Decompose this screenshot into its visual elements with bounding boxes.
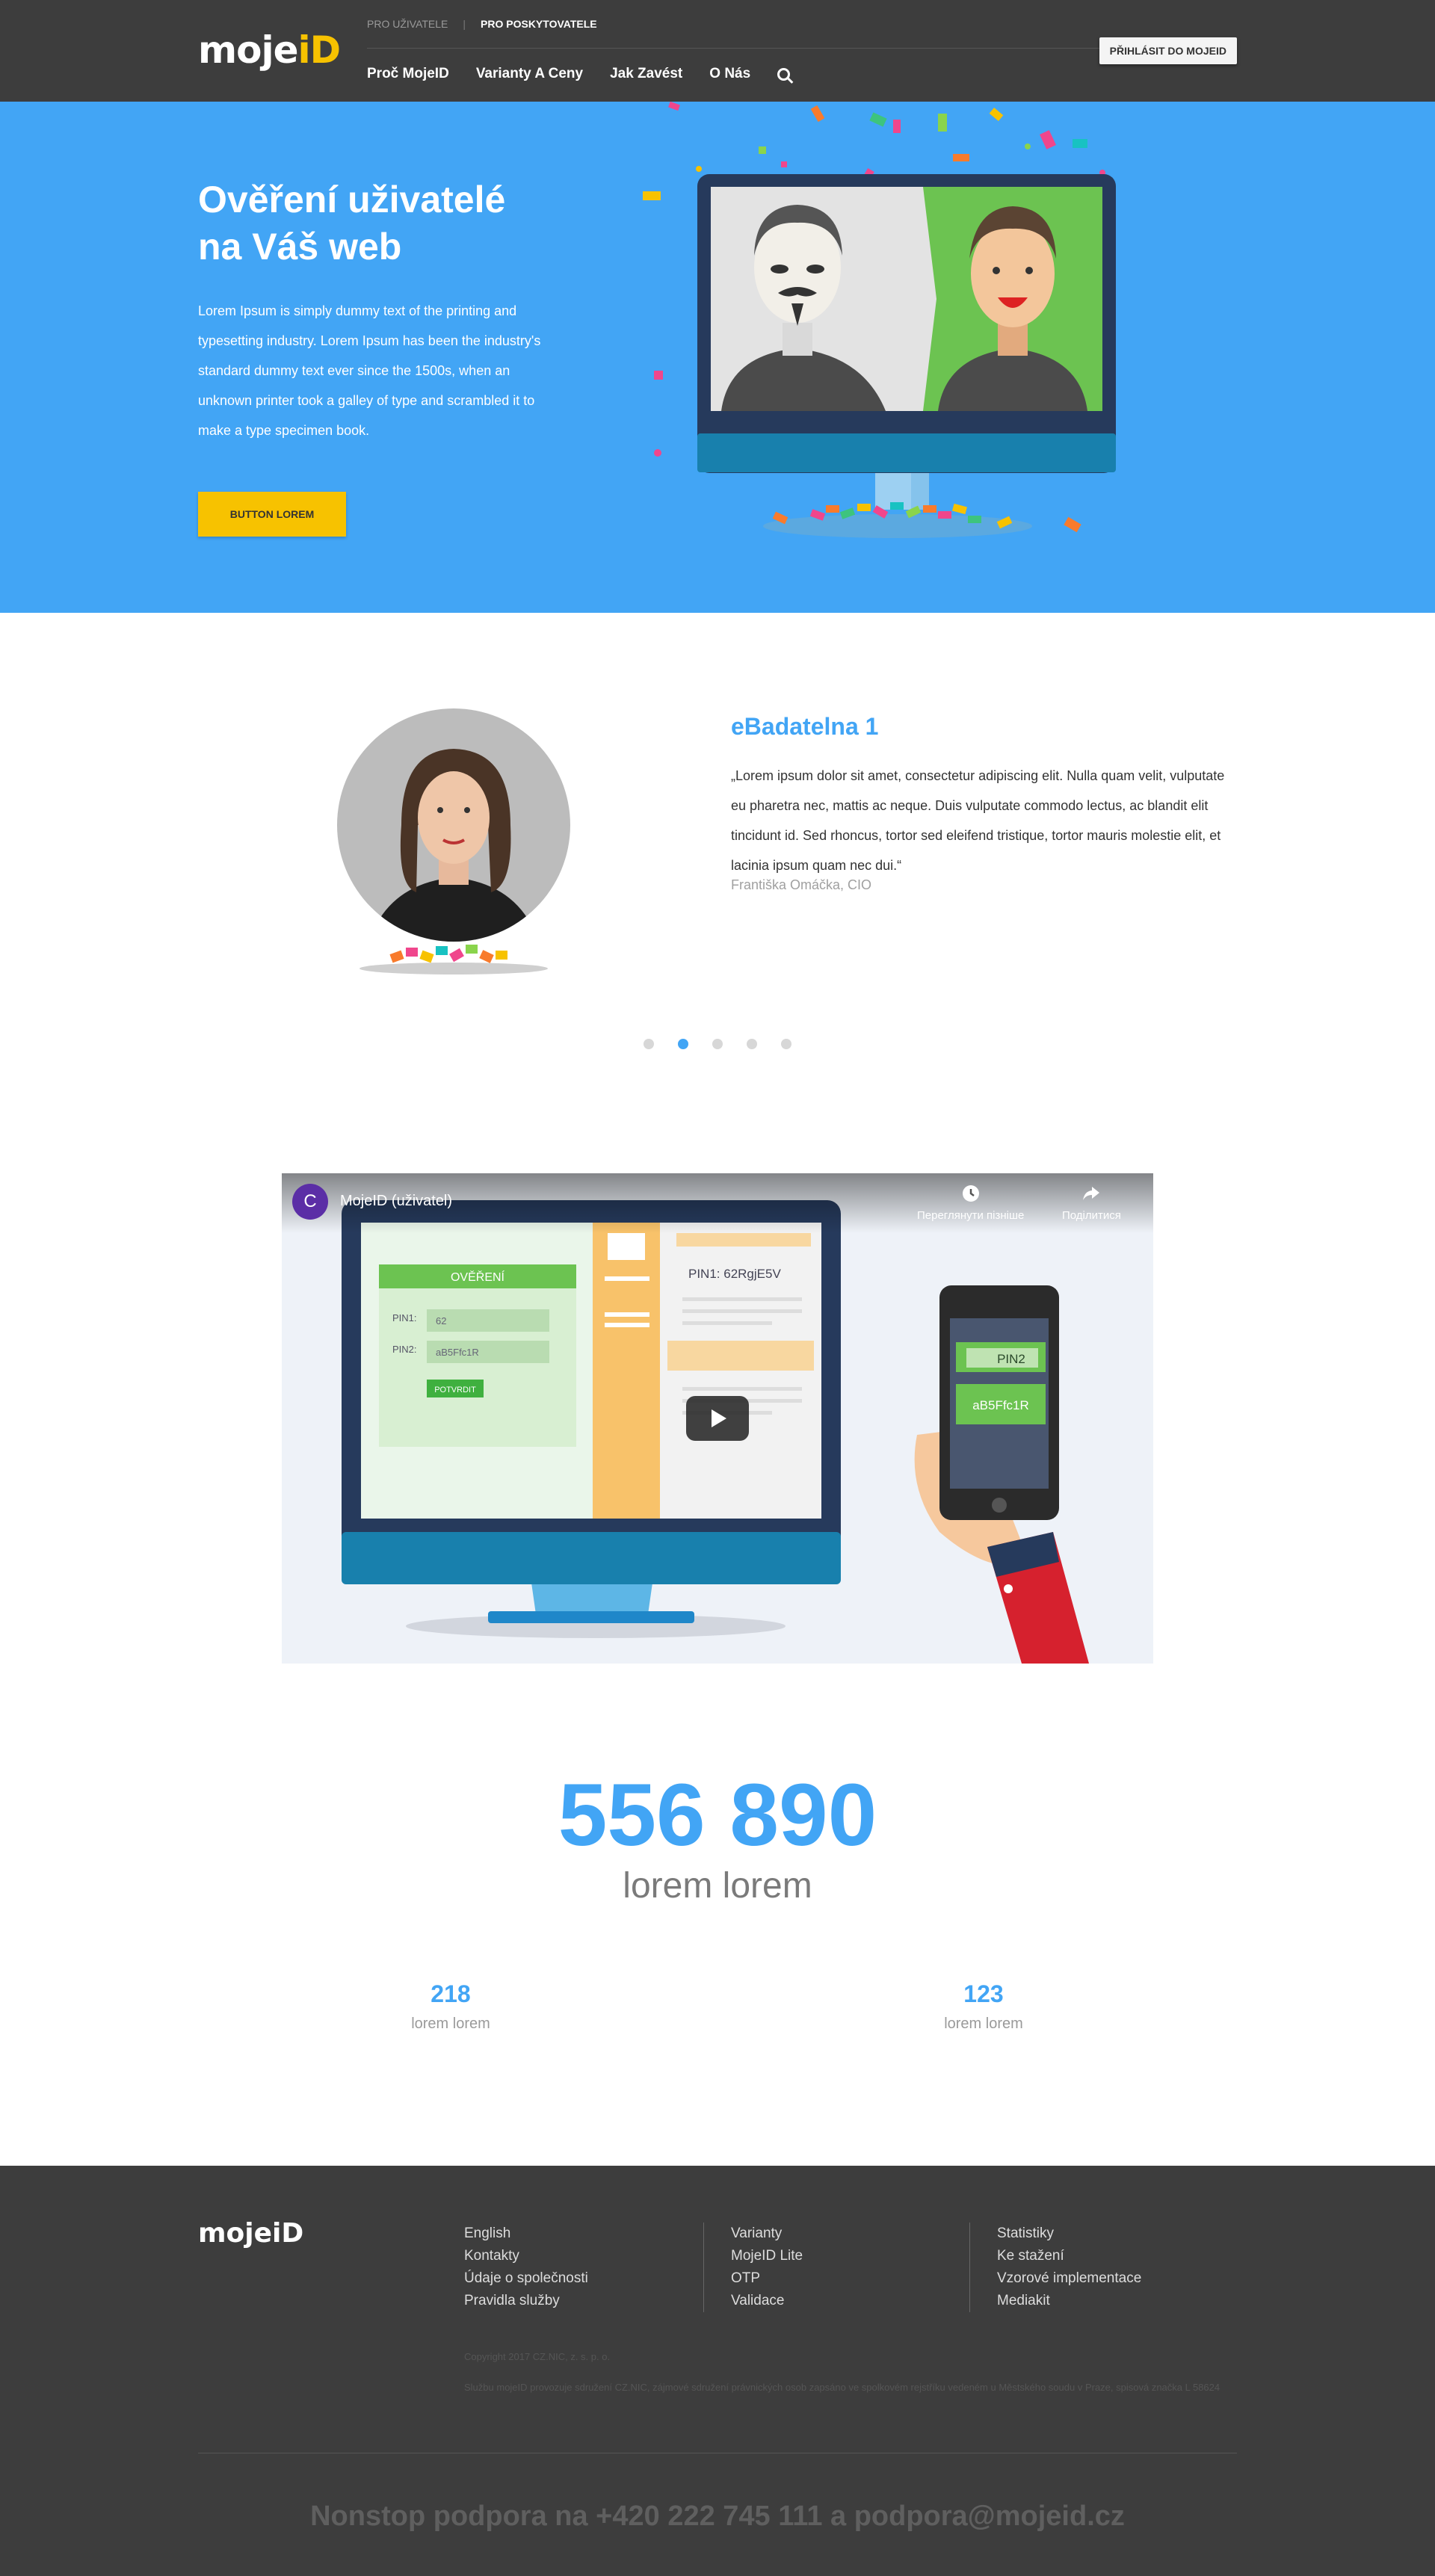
clock-icon xyxy=(962,1185,979,1202)
support-contact: Nonstop podpora na +420 222 745 111 a po… xyxy=(310,2501,1125,2532)
footer-link-validace[interactable]: Validace xyxy=(731,2290,803,2312)
stats-section: 556 890 lorem lorem 218 lorem lorem 123 … xyxy=(0,1766,1435,2032)
stat-left-label: lorem lorem xyxy=(411,2016,490,2032)
video-title[interactable]: MojeID (uživatel) xyxy=(340,1193,452,1210)
stat-left: 218 lorem lorem xyxy=(339,1980,563,2033)
nav-jak-zavest[interactable]: Jak Zavést xyxy=(610,66,682,82)
hero-button[interactable]: BUTTON LOREM xyxy=(198,492,346,537)
footer-link-ke-stazeni[interactable]: Ke stažení xyxy=(997,2245,1141,2267)
carousel-dot-1[interactable] xyxy=(644,1039,654,1049)
footer-column-2: Varianty MojeID Lite OTP Validace xyxy=(703,2223,803,2312)
stat-right: 123 lorem lorem xyxy=(871,1980,1096,2033)
footer-link-kontakty[interactable]: Kontakty xyxy=(464,2245,588,2267)
footer-link-otp[interactable]: OTP xyxy=(731,2267,803,2290)
pin1-value: 62 xyxy=(436,1315,446,1326)
portrait-avatar xyxy=(337,708,570,975)
footer-link-statistiky[interactable]: Statistiky xyxy=(997,2223,1141,2245)
share-button[interactable]: Поділитися xyxy=(1062,1184,1121,1222)
nav-proc-mojeid[interactable]: Proč MojeID xyxy=(367,66,449,82)
watch-later-button[interactable]: Переглянути пізніше xyxy=(917,1184,1024,1222)
search-icon[interactable] xyxy=(777,68,791,81)
logo-text: moje xyxy=(198,28,298,72)
nav-varianty-a-ceny[interactable]: Varianty A Ceny xyxy=(476,66,583,82)
footer-logo[interactable]: mojeiD xyxy=(198,2218,303,2249)
pin2-label: PIN2: xyxy=(392,1344,417,1355)
confirm-label: POTVRDIT xyxy=(434,1386,476,1394)
testimonial-section: eBadatelna 1 „Lorem ipsum dolor sit amet… xyxy=(198,613,1237,1188)
link-pro-poskytovatele[interactable]: PRO POSKYTOVATELE xyxy=(481,18,597,30)
logo-accent: iD xyxy=(297,28,342,72)
nav-o-nas[interactable]: O Nás xyxy=(709,66,750,82)
pin1-label: PIN1: xyxy=(392,1312,417,1323)
main-stat-label: lorem lorem xyxy=(623,1866,812,1906)
footer-column-3: Statistiky Ke stažení Vzorové implementa… xyxy=(969,2223,1141,2312)
phone-pin-label: PIN2 xyxy=(997,1352,1025,1366)
hero-title-line2: na Váš web xyxy=(198,226,402,268)
hero-title-line1: Ověření uživatelé xyxy=(198,179,506,220)
watch-later-label: Переглянути пізніше xyxy=(917,1209,1025,1222)
carousel-dot-5[interactable] xyxy=(781,1039,791,1049)
carousel-dot-4[interactable] xyxy=(747,1039,757,1049)
testimonial-quote: „Lorem ipsum dolor sit amet, consectetur… xyxy=(731,768,1225,873)
testimonial-author: Františka Omáčka, CIO xyxy=(731,877,872,892)
hero-title: Ověření uživatelé na Váš web xyxy=(198,176,587,271)
carousel-dots xyxy=(198,1039,1237,1049)
footer-link-udaje[interactable]: Údaje o společnosti xyxy=(464,2267,588,2290)
footer-column-1: English Kontakty Údaje o společnosti Pra… xyxy=(464,2223,588,2312)
separator: | xyxy=(463,18,466,30)
footer-link-mediakit[interactable]: Mediakit xyxy=(997,2290,1141,2312)
form-title: OVĚŘENÍ xyxy=(451,1270,505,1284)
phone-pin-value: aB5Ffc1R xyxy=(972,1398,1029,1412)
main-nav: Proč MojeID Varianty A Ceny Jak Zavést O… xyxy=(367,66,791,82)
footer-link-varianty[interactable]: Varianty xyxy=(731,2223,803,2245)
footer-link-vzorove[interactable]: Vzorové implementace xyxy=(997,2267,1141,2290)
main-stat-number: 556 890 xyxy=(558,1766,877,1865)
hero-section: Ověření uživatelé na Váš web Lorem Ipsum … xyxy=(0,102,1435,613)
testimonial-title: eBadatelna 1 xyxy=(731,713,879,740)
carousel-dot-2[interactable] xyxy=(678,1039,688,1049)
share-icon xyxy=(1083,1187,1100,1200)
legal-text: Službu mojeID provozuje sdružení CZ.NIC,… xyxy=(464,2382,1220,2393)
link-pro-uzivatele[interactable]: PRO UŽIVATELE xyxy=(367,18,448,30)
channel-avatar[interactable]: C xyxy=(292,1184,328,1220)
stat-left-number: 218 xyxy=(430,1980,471,2007)
login-button[interactable]: PŘIHLÁSIT DO MOJEID xyxy=(1099,37,1237,64)
audience-switch: PRO UŽIVATELE | PRO POSKYTOVATELE xyxy=(367,18,597,30)
video-player[interactable]: OVĚŘENÍ PIN1: 62 PIN2: aB5Ffc1R POTVRDIT… xyxy=(282,1173,1153,1664)
copyright: Copyright 2017 CZ.NIC, z. s. p. o. xyxy=(464,2351,611,2362)
pin2-value: aB5Ffc1R xyxy=(436,1347,479,1358)
play-icon[interactable] xyxy=(686,1396,749,1441)
footer-link-mojeid-lite[interactable]: MojeID Lite xyxy=(731,2245,803,2267)
share-label: Поділитися xyxy=(1062,1209,1121,1222)
confetti-icon xyxy=(389,945,507,963)
carousel-dot-3[interactable] xyxy=(712,1039,723,1049)
monitor-illustration xyxy=(643,102,1116,538)
site-header: mojeiD PRO UŽIVATELE | PRO POSKYTOVATELE… xyxy=(0,0,1435,102)
footer-link-pravidla[interactable]: Pravidla služby xyxy=(464,2290,588,2312)
stat-right-number: 123 xyxy=(963,1980,1004,2007)
stat-right-label: lorem lorem xyxy=(944,2016,1023,2032)
site-footer: mojeiD English Kontakty Údaje o společno… xyxy=(0,2166,1435,2576)
footer-link-english[interactable]: English xyxy=(464,2223,588,2245)
hero-text: Lorem Ipsum is simply dummy text of the … xyxy=(198,303,541,438)
pin-text: PIN1: 62RgjE5V xyxy=(688,1267,781,1281)
mojeid-logo[interactable]: mojeiD xyxy=(198,28,342,72)
